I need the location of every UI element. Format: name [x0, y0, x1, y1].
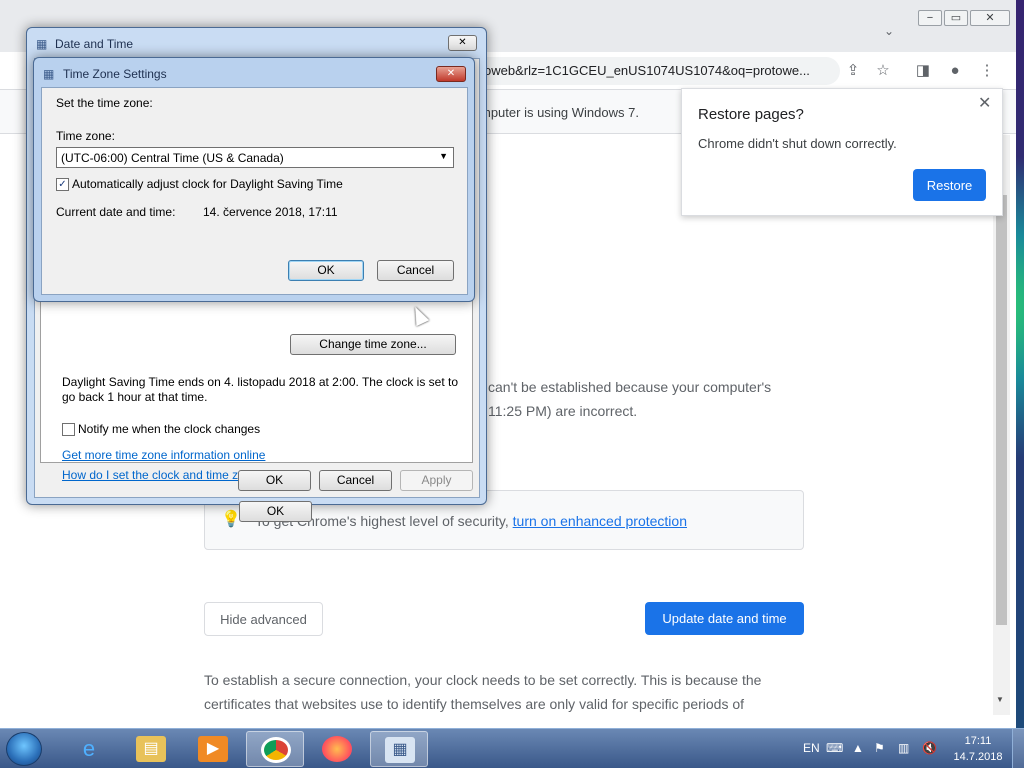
- profile-icon[interactable]: ●: [944, 60, 966, 82]
- apply-button[interactable]: Apply: [400, 470, 473, 491]
- ok-button[interactable]: OK: [238, 470, 311, 491]
- notify-checkbox[interactable]: [62, 423, 75, 436]
- taskbar-date-time[interactable]: ▦: [370, 731, 428, 767]
- time-zone-select[interactable]: (UTC-06:00) Central Time (US & Canada) ▼: [56, 147, 454, 168]
- hide-advanced-button[interactable]: Hide advanced: [204, 602, 323, 636]
- dialog-title: Date and Time: [55, 37, 134, 51]
- taskbar-firefox[interactable]: [308, 731, 366, 767]
- time-zone-label: Time zone:: [56, 129, 115, 143]
- date-time-icon: ▦: [385, 737, 415, 763]
- file-explorer-icon: ▤: [136, 736, 166, 762]
- address-bar-text: oweb&rlz=1C1GCEU_enUS1074US1074&oq=proto…: [484, 63, 810, 78]
- enhanced-protection-link[interactable]: turn on enhanced protection: [513, 513, 687, 529]
- time-zone-settings-dialog: ▦ Time Zone Settings ✕ Set the time zone…: [33, 57, 475, 302]
- restore-button[interactable]: Restore: [913, 169, 986, 201]
- taskbar: e ▤ ▶ ▦ EN ⌨ ▲ ⚑ ▥ 🔇 17:11 14.7.2018: [0, 728, 1024, 768]
- close-button[interactable]: ✕: [436, 66, 466, 82]
- dst-checkbox[interactable]: ✓: [56, 178, 69, 191]
- taskbar-media-player[interactable]: ▶: [184, 731, 242, 767]
- explanation-text: To establish a secure connection, your c…: [204, 672, 762, 688]
- share-icon[interactable]: ⇪: [842, 60, 864, 82]
- restore-pages-popup: Restore pages? Chrome didn't shut down c…: [681, 88, 1003, 216]
- close-icon[interactable]: ✕: [978, 93, 991, 113]
- dst-label: Automatically adjust clock for Daylight …: [72, 177, 343, 191]
- chrome-icon: [261, 737, 291, 763]
- restore-popup-message: Chrome didn't shut down correctly.: [698, 136, 897, 151]
- ok-button[interactable]: OK: [239, 501, 312, 522]
- internet-explorer-icon: e: [82, 736, 96, 761]
- scrollbar-thumb[interactable]: [996, 195, 1007, 625]
- show-desktop-button[interactable]: [1012, 729, 1024, 768]
- dst-info-text: Daylight Saving Time ends on 4. listopad…: [62, 375, 459, 389]
- chevron-down-icon: ▼: [439, 151, 448, 161]
- star-icon[interactable]: ☆: [872, 60, 894, 82]
- tab-page-panel: Change time zone... Daylight Saving Time…: [40, 297, 473, 463]
- notify-label: Notify me when the clock changes: [78, 422, 261, 436]
- dialog-client-area: Set the time zone: Time zone: (UTC-06:00…: [41, 87, 468, 295]
- date-time-app-icon: ▦: [36, 37, 48, 51]
- ok-button[interactable]: OK: [288, 260, 364, 281]
- cancel-button[interactable]: Cancel: [377, 260, 454, 281]
- scroll-down-arrow-icon[interactable]: ▼: [996, 695, 1004, 704]
- tab-search-icon[interactable]: ⌄: [884, 24, 894, 38]
- maximize-button[interactable]: ▭: [944, 10, 968, 26]
- side-panel-icon[interactable]: ◨: [912, 60, 934, 82]
- how-to-set-clock-link[interactable]: How do I set the clock and time zone?: [62, 468, 265, 482]
- update-date-time-button[interactable]: Update date and time: [645, 602, 804, 635]
- clock-date[interactable]: 14.7.2018: [950, 751, 1006, 763]
- taskbar-file-explorer[interactable]: ▤: [122, 731, 180, 767]
- dialog-title: Time Zone Settings: [63, 67, 167, 81]
- time-zone-app-icon: ▦: [43, 67, 55, 81]
- taskbar-internet-explorer[interactable]: e: [60, 731, 118, 767]
- error-text-line: can't be established because your comput…: [488, 379, 772, 395]
- infobar-text: mputer is using Windows 7.: [480, 105, 639, 120]
- network-icon[interactable]: ▥: [898, 741, 909, 755]
- keyboard-icon[interactable]: ⌨: [826, 741, 843, 755]
- cancel-button[interactable]: Cancel: [319, 470, 392, 491]
- time-zone-value: (UTC-06:00) Central Time (US & Canada): [61, 151, 284, 165]
- current-date-time-label: Current date and time:: [56, 205, 176, 219]
- show-hidden-icon[interactable]: ▲: [852, 741, 864, 755]
- menu-icon[interactable]: ⋮: [976, 60, 998, 82]
- address-bar[interactable]: oweb&rlz=1C1GCEU_enUS1074US1074&oq=proto…: [470, 57, 840, 85]
- current-date-time-value: 14. července 2018, 17:11: [203, 205, 338, 219]
- close-window-button[interactable]: ✕: [970, 10, 1010, 26]
- start-button[interactable]: [6, 732, 42, 766]
- page-scrollbar[interactable]: ▼: [993, 135, 1010, 715]
- error-text-line: 11:25 PM) are incorrect.: [488, 403, 638, 419]
- firefox-icon: [322, 736, 352, 762]
- security-tip-text: To get Chrome's highest level of securit…: [255, 513, 687, 529]
- more-time-zone-info-link[interactable]: Get more time zone information online: [62, 448, 265, 462]
- restore-popup-title: Restore pages?: [698, 106, 804, 123]
- explanation-text: certificates that websites use to identi…: [204, 696, 745, 712]
- taskbar-chrome[interactable]: [246, 731, 304, 767]
- action-center-icon[interactable]: ⚑: [874, 741, 885, 755]
- volume-icon[interactable]: 🔇: [922, 741, 937, 755]
- dst-info-text: go back 1 hour at that time.: [62, 390, 208, 404]
- media-player-icon: ▶: [198, 736, 228, 762]
- lightbulb-icon: 💡: [221, 511, 241, 528]
- change-time-zone-button[interactable]: Change time zone...: [290, 334, 456, 355]
- close-button[interactable]: ✕: [448, 35, 477, 51]
- clock-time[interactable]: 17:11: [960, 735, 996, 747]
- language-indicator[interactable]: EN: [803, 741, 820, 755]
- minimize-button[interactable]: −: [918, 10, 942, 26]
- set-time-zone-label: Set the time zone:: [56, 96, 153, 110]
